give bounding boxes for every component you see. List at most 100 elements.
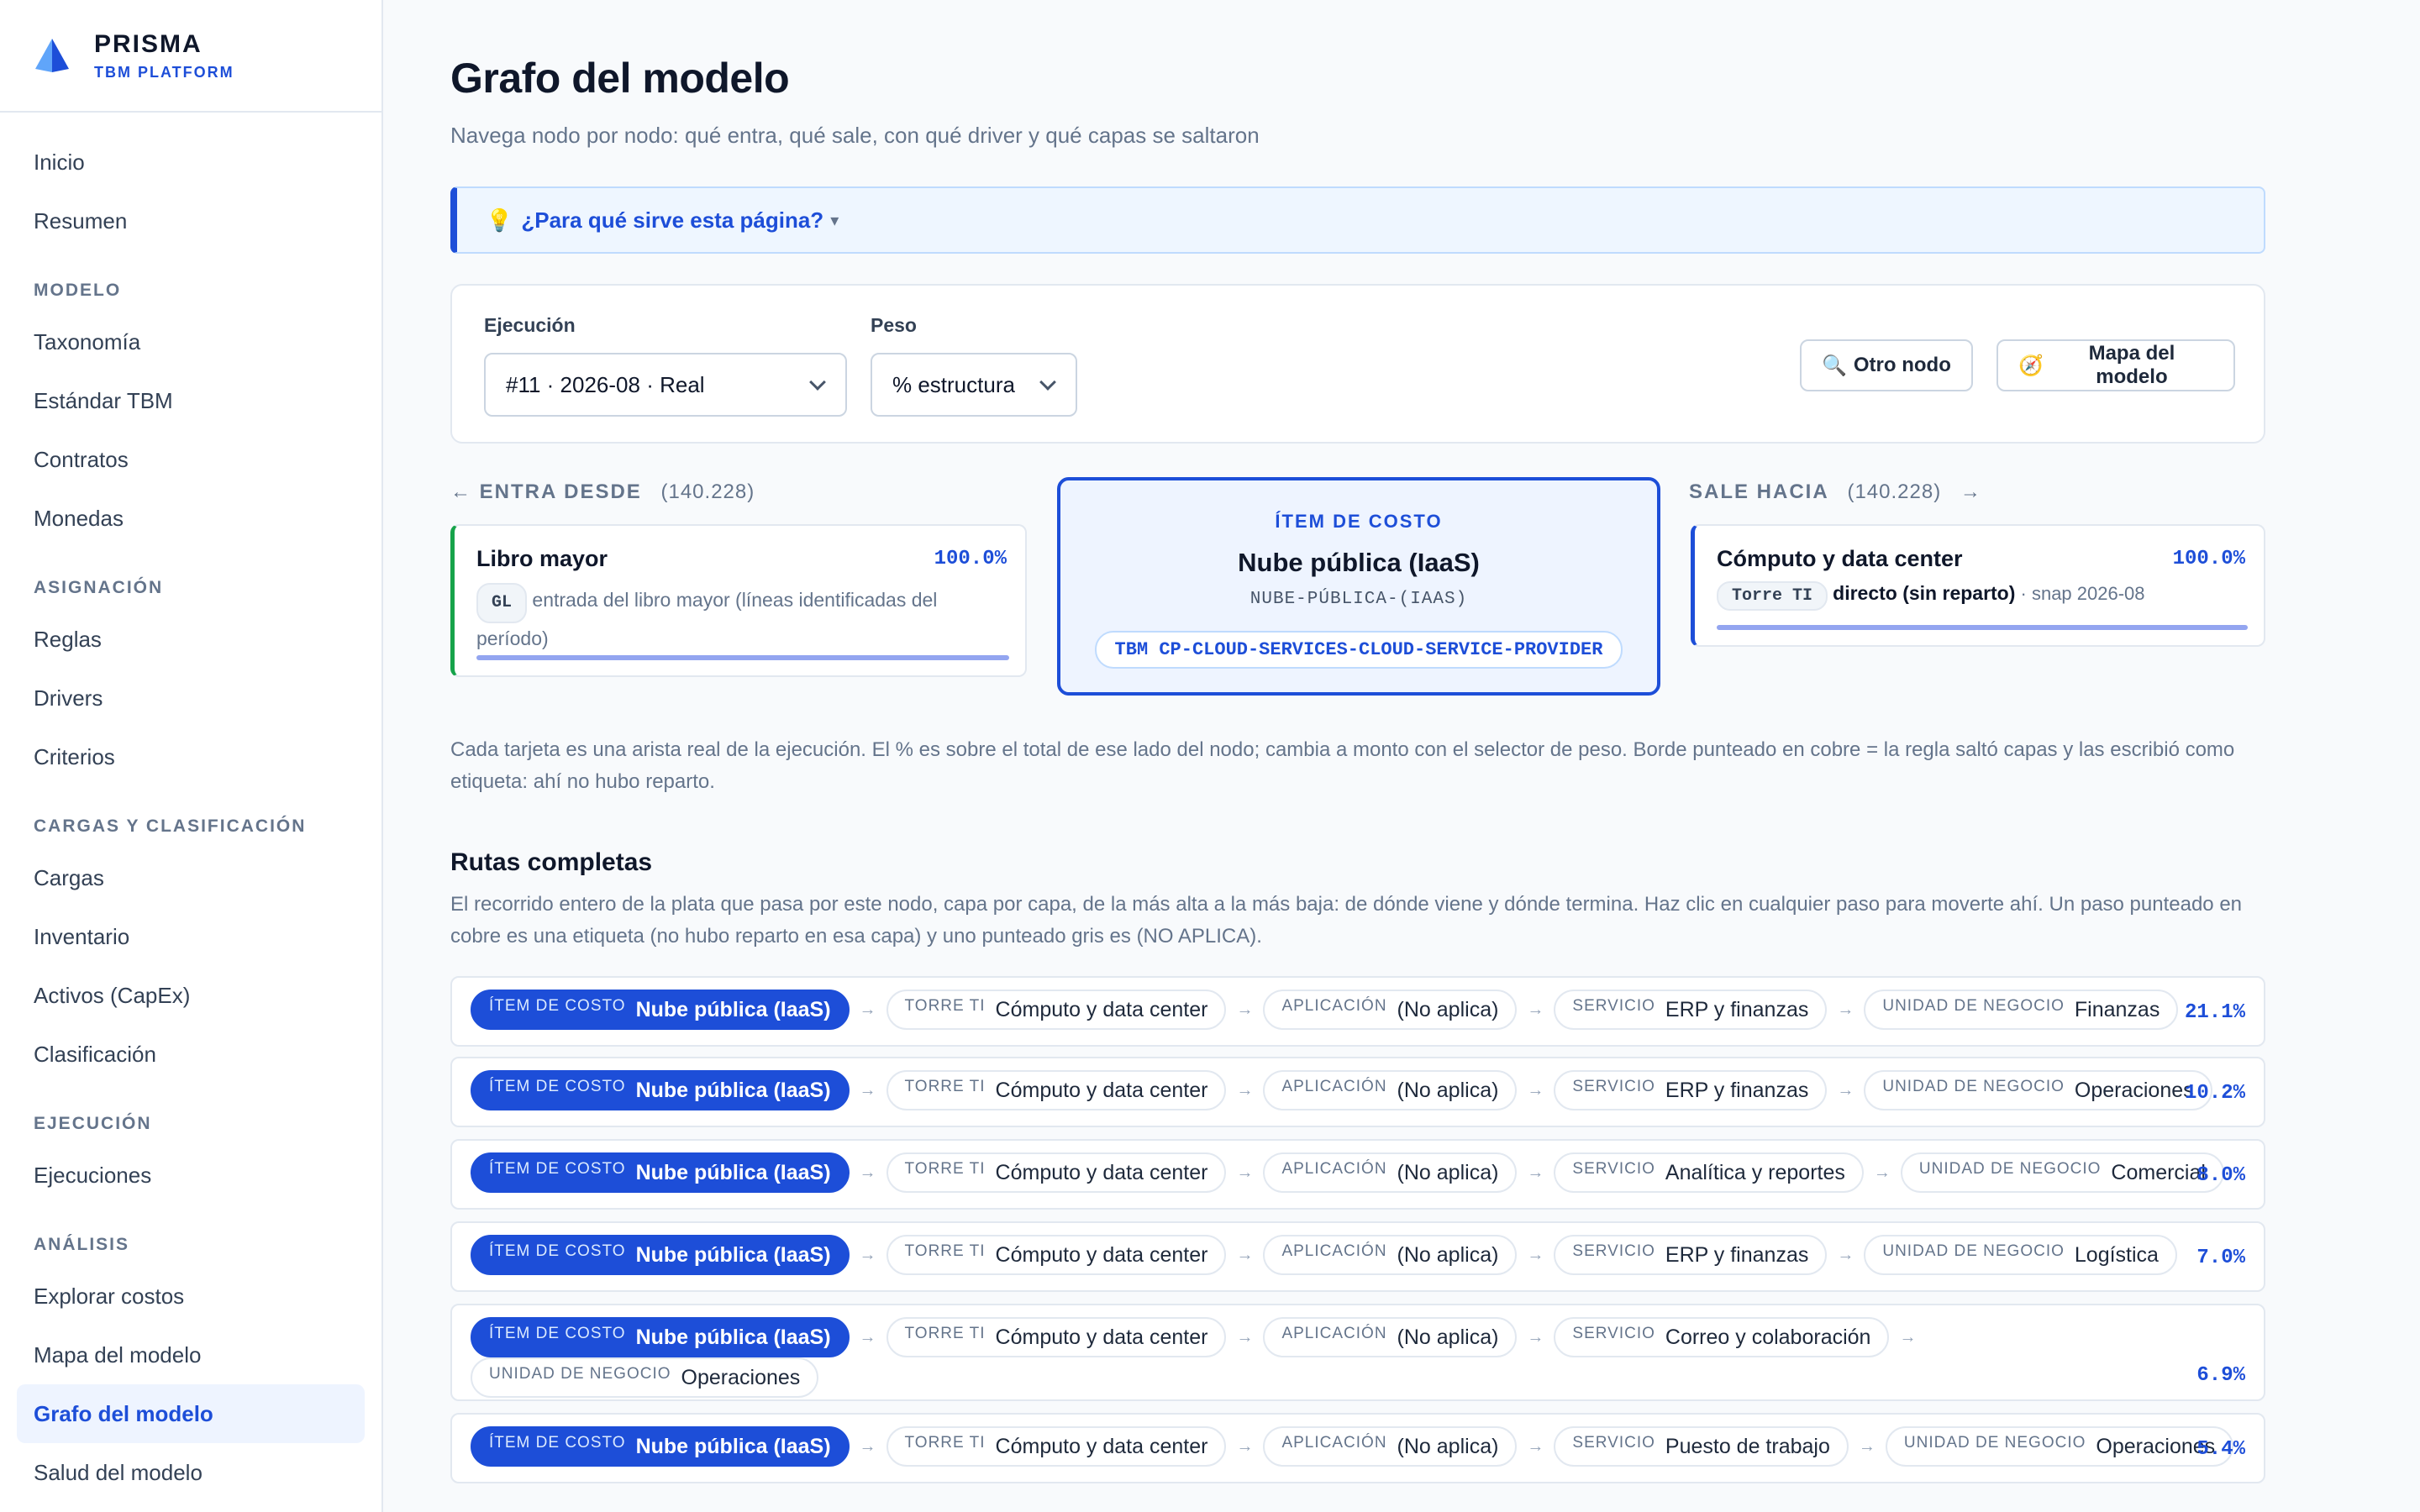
sidebar-item-reglas[interactable]: Reglas xyxy=(0,610,381,669)
route-step[interactable]: APLICACIÓN (No aplica) xyxy=(1263,1317,1518,1357)
sidebar-item-drivers[interactable]: Drivers xyxy=(0,669,381,727)
page-title: Grafo del modelo xyxy=(450,55,790,102)
route-step[interactable]: ÍTEM DE COSTO Nube pública (IaaS) xyxy=(471,1426,850,1467)
mapa-del-modelo-button[interactable]: 🧭 Mapa del modelo xyxy=(1996,339,2235,391)
route-step[interactable]: APLICACIÓN (No aplica) xyxy=(1263,990,1518,1030)
route-step[interactable]: UNIDAD DE NEGOCIO Operaciones xyxy=(471,1357,819,1398)
route-step-value: Cómputo y data center xyxy=(995,997,1208,1021)
sidebar-item-activos[interactable]: Activos (CapEx) xyxy=(0,966,381,1025)
route-step-layer: TORRE TI xyxy=(904,1242,986,1260)
route-step[interactable]: UNIDAD DE NEGOCIO Finanzas xyxy=(1864,990,2179,1030)
sidebar-item-inventario[interactable]: Inventario xyxy=(0,907,381,966)
route-step-layer: ÍTEM DE COSTO xyxy=(489,1160,626,1178)
route-step[interactable]: APLICACIÓN (No aplica) xyxy=(1263,1152,1518,1193)
route-step[interactable]: ÍTEM DE COSTO Nube pública (IaaS) xyxy=(471,1070,850,1110)
route-step-value: (No aplica) xyxy=(1397,1434,1499,1458)
route-step-layer: ÍTEM DE COSTO xyxy=(489,1078,626,1095)
route-step[interactable]: ÍTEM DE COSTO Nube pública (IaaS) xyxy=(471,1152,850,1193)
sidebar-item-monedas[interactable]: Monedas xyxy=(0,489,381,548)
arrow-right-icon: → xyxy=(1236,1080,1254,1100)
sidebar-section-analisis: ANÁLISIS xyxy=(34,1235,130,1254)
sidebar-item-estandar-tbm[interactable]: Estándar TBM xyxy=(0,371,381,430)
route-step[interactable]: UNIDAD DE NEGOCIO Operaciones xyxy=(1885,1426,2234,1467)
route-step-layer: APLICACIÓN xyxy=(1281,1242,1387,1260)
route-step[interactable]: SERVICIO Correo y colaboración xyxy=(1554,1317,1890,1357)
route-step-value: Cómputo y data center xyxy=(995,1325,1208,1349)
route-step-layer: APLICACIÓN xyxy=(1281,1160,1387,1178)
route-step[interactable]: UNIDAD DE NEGOCIO Comercial xyxy=(1900,1152,2224,1193)
route-step[interactable]: ÍTEM DE COSTO Nube pública (IaaS) xyxy=(471,1317,850,1357)
route-step-layer: ÍTEM DE COSTO xyxy=(489,1434,626,1452)
route-row: ÍTEM DE COSTO Nube pública (IaaS) → TORRE T… xyxy=(450,1304,2265,1401)
route-step[interactable]: TORRE TI Cómputo y data center xyxy=(886,1235,1227,1275)
route-percent: 21.1% xyxy=(2184,1001,2245,1024)
route-row: ÍTEM DE COSTO Nube pública (IaaS) → TORRE T… xyxy=(450,976,2265,1047)
sidebar-item-resumen[interactable]: Resumen xyxy=(0,192,381,250)
route-step-value: (No aplica) xyxy=(1397,1078,1499,1102)
route-step[interactable]: SERVICIO ERP y finanzas xyxy=(1554,1235,1828,1275)
arrow-right-icon: → xyxy=(1527,1245,1544,1264)
route-step[interactable]: TORRE TI Cómputo y data center xyxy=(886,1152,1227,1193)
arrow-right-icon: → xyxy=(1858,1436,1876,1456)
peso-select[interactable]: % estructura xyxy=(871,353,1077,417)
outgoing-header: SALE HACIA (140.228) → xyxy=(1689,480,1982,504)
ejecucion-select[interactable]: #11 · 2026-08 · Real xyxy=(484,353,847,417)
mapa-del-modelo-label: Mapa del modelo xyxy=(2088,342,2175,388)
node-title: Nube pública (IaaS) xyxy=(1238,548,1480,577)
sidebar-item-clasificacion[interactable]: Clasificación xyxy=(0,1025,381,1084)
route-step[interactable]: SERVICIO Analítica y reportes xyxy=(1554,1152,1864,1193)
sidebar-item-criterios[interactable]: Criterios xyxy=(0,727,381,786)
route-step[interactable]: TORRE TI Cómputo y data center xyxy=(886,1426,1227,1467)
arrow-right-icon: → xyxy=(1236,1245,1254,1264)
sidebar-item-explorar-costos[interactable]: Explorar costos xyxy=(0,1267,381,1326)
sidebar-item-contratos[interactable]: Contratos xyxy=(0,430,381,489)
route-step-layer: SERVICIO xyxy=(1572,1078,1655,1095)
route-step[interactable]: ÍTEM DE COSTO Nube pública (IaaS) xyxy=(471,990,850,1030)
brand[interactable]: PRISMA TBM PLATFORM xyxy=(0,0,381,113)
arrow-right-icon: → xyxy=(1837,1000,1854,1019)
route-step[interactable]: UNIDAD DE NEGOCIO Operaciones xyxy=(1864,1070,2212,1110)
sidebar-item-ejecuciones[interactable]: Ejecuciones xyxy=(0,1146,381,1205)
arrow-right-icon: → xyxy=(1527,1327,1544,1347)
outgoing-edge-card[interactable]: Cómputo y data center 100.0% Torre TI di… xyxy=(1691,524,2265,647)
route-step[interactable]: TORRE TI Cómputo y data center xyxy=(886,1317,1227,1357)
sidebar-item-taxonomia[interactable]: Taxonomía xyxy=(0,312,381,371)
route-step[interactable]: UNIDAD DE NEGOCIO Logística xyxy=(1864,1235,2177,1275)
arrow-right-icon: → xyxy=(859,1000,876,1019)
tbm-mapping-badge: TBM CP-CLOUD-SERVICES-CLOUD-SERVICE-PROV… xyxy=(1094,631,1623,669)
route-step-value: ERP y finanzas xyxy=(1665,1242,1809,1267)
route-step[interactable]: APLICACIÓN (No aplica) xyxy=(1263,1070,1518,1110)
sidebar-item-salud-del-modelo[interactable]: Salud del modelo xyxy=(0,1443,381,1502)
sidebar-item-inicio[interactable]: Inicio xyxy=(0,133,381,192)
arrow-right-icon: → xyxy=(1236,1000,1254,1019)
route-step-value: Nube pública (IaaS) xyxy=(635,1434,831,1458)
route-step[interactable]: ÍTEM DE COSTO Nube pública (IaaS) xyxy=(471,1235,850,1275)
route-steps: ÍTEM DE COSTO Nube pública (IaaS) → TORRE T… xyxy=(471,990,2244,1030)
sidebar-item-cargas[interactable]: Cargas xyxy=(0,848,381,907)
help-toggle[interactable]: 💡 ¿Para qué sirve esta página? ▾ xyxy=(450,186,2265,254)
route-step-value: Nube pública (IaaS) xyxy=(635,1325,831,1349)
route-step-value: Comercial xyxy=(2111,1160,2206,1184)
route-step[interactable]: TORRE TI Cómputo y data center xyxy=(886,1070,1227,1110)
route-step-layer: UNIDAD DE NEGOCIO xyxy=(1882,1078,2065,1095)
route-step[interactable]: SERVICIO Puesto de trabajo xyxy=(1554,1426,1849,1467)
torre-ti-tag: Torre TI xyxy=(1717,581,1828,611)
route-row: ÍTEM DE COSTO Nube pública (IaaS) → TORRE T… xyxy=(450,1221,2265,1292)
route-step[interactable]: APLICACIÓN (No aplica) xyxy=(1263,1235,1518,1275)
sidebar: PRISMA TBM PLATFORM Inicio Resumen MODEL… xyxy=(0,0,383,1512)
node-kind: ÍTEM DE COSTO xyxy=(1275,511,1443,532)
route-step-layer: APLICACIÓN xyxy=(1281,1078,1387,1095)
incoming-edge-card[interactable]: Libro mayor 100.0% GL entrada del libro … xyxy=(450,524,1027,677)
route-percent: 5.4% xyxy=(2196,1438,2245,1461)
otro-nodo-button[interactable]: 🔍 Otro nodo xyxy=(1800,339,1973,391)
route-step-layer: UNIDAD DE NEGOCIO xyxy=(1918,1160,2102,1178)
route-step[interactable]: SERVICIO ERP y finanzas xyxy=(1554,1070,1828,1110)
route-step-value: Correo y colaboración xyxy=(1665,1325,1871,1349)
sidebar-section-modelo: MODELO xyxy=(34,281,122,300)
route-steps: ÍTEM DE COSTO Nube pública (IaaS) → TORRE T… xyxy=(471,1317,2244,1398)
route-step[interactable]: APLICACIÓN (No aplica) xyxy=(1263,1426,1518,1467)
sidebar-item-grafo-del-modelo[interactable]: Grafo del modelo xyxy=(17,1384,365,1443)
sidebar-item-mapa-del-modelo[interactable]: Mapa del modelo xyxy=(0,1326,381,1384)
route-step[interactable]: SERVICIO ERP y finanzas xyxy=(1554,990,1828,1030)
route-step[interactable]: TORRE TI Cómputo y data center xyxy=(886,990,1227,1030)
